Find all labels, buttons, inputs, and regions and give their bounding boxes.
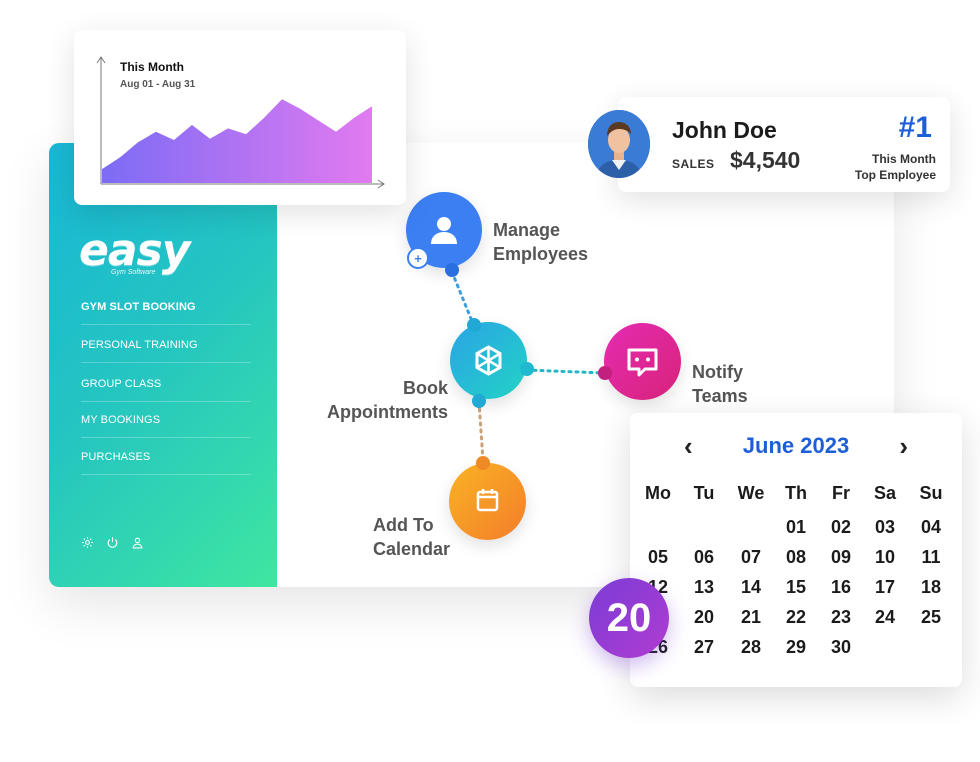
sales-label: SALES	[672, 157, 715, 171]
calendar-month-title: June 2023	[742, 433, 850, 458]
calendar-day[interactable]: 01	[773, 517, 819, 538]
calendar-widget: ‹ June 2023 › Mo Tu We Th Fr Sa Su 01 02 03 04 05 06…	[630, 413, 962, 687]
weekday-label: Sa	[873, 483, 897, 503]
calendar-day[interactable]: 10	[862, 547, 908, 568]
book-appointments-label: Book Appointments	[327, 378, 448, 422]
selected-day-badge[interactable]: 20	[589, 578, 669, 658]
connector-dot	[467, 318, 481, 332]
calendar-week-row: 19202122232425	[630, 607, 962, 637]
top-employee-card: John Doe SALES $4,540 #1 This Month Top …	[618, 97, 950, 192]
add-to-calendar-label: Add To Calendar	[373, 515, 451, 559]
weekday-label: Fr	[832, 483, 850, 503]
calendar-day[interactable]: 06	[681, 547, 727, 568]
calendar-day[interactable]: 05	[635, 547, 681, 568]
weekday-label: We	[737, 483, 765, 503]
weekday-label: Tu	[693, 483, 715, 503]
connector-dot	[472, 394, 486, 408]
connector-dot	[445, 263, 459, 277]
calendar-day[interactable]: 02	[818, 517, 864, 538]
calendar-day[interactable]: 20	[681, 607, 727, 628]
next-month-button[interactable]: ›	[899, 431, 908, 462]
calendar-icon	[476, 489, 499, 512]
area-chart	[96, 56, 385, 189]
calendar-day[interactable]: 14	[728, 577, 774, 598]
area-series	[102, 99, 372, 183]
connector-dot	[598, 366, 612, 380]
connector-dot	[476, 456, 490, 470]
calendar-day[interactable]: 28	[728, 637, 774, 658]
weekday-label: Mo	[645, 483, 671, 503]
notify-teams-node[interactable]	[604, 323, 681, 400]
calendar-day[interactable]: 03	[862, 517, 908, 538]
calendar-day[interactable]: 17	[862, 577, 908, 598]
employee-name: John Doe	[672, 117, 777, 143]
avatar	[588, 110, 650, 178]
monthly-chart-card: This Month Aug 01 - Aug 31	[74, 30, 406, 205]
notify-teams-label: Notify Teams	[692, 362, 748, 406]
sales-value: $4,540	[730, 147, 801, 173]
calendar-day[interactable]: 30	[818, 637, 864, 658]
calendar-grid: Mo Tu We Th Fr Sa Su 01 02 03 04 05 06 07 08 09 10 11 12 13…	[630, 483, 962, 667]
calendar-day[interactable]: 18	[908, 577, 954, 598]
calendar-day[interactable]: 07	[728, 547, 774, 568]
add-employee-icon[interactable]: +	[407, 247, 429, 269]
calendar-day[interactable]: 13	[681, 577, 727, 598]
calendar-day[interactable]: 15	[773, 577, 819, 598]
calendar-day[interactable]: 29	[773, 637, 819, 658]
calendar-day[interactable]: 22	[773, 607, 819, 628]
chat-icon	[627, 348, 658, 377]
manage-employees-label: Manage Employees	[493, 220, 589, 264]
rank-caption: This Month Top Employee	[854, 152, 936, 182]
calendar-week-row: 26 27 28 29 30	[630, 637, 962, 667]
calendar-day[interactable]: 09	[818, 547, 864, 568]
add-to-calendar-node[interactable]	[449, 463, 526, 540]
book-appointments-node[interactable]	[450, 322, 527, 399]
calendar-week-row: 12 13 14 15 16 17 18	[630, 577, 962, 607]
calendar-day[interactable]: 04	[908, 517, 954, 538]
weekday-header-row: Mo Tu We Th Fr Sa Su	[630, 483, 962, 517]
calendar-day[interactable]: 08	[773, 547, 819, 568]
calendar-day[interactable]: 21	[728, 607, 774, 628]
calendar-week-row: 01 02 03 04	[630, 517, 962, 547]
weekday-label: Su	[919, 483, 943, 503]
connector-dot	[520, 362, 534, 376]
calendar-day[interactable]: 16	[818, 577, 864, 598]
calendar-day[interactable]: 11	[908, 547, 954, 568]
hexagon-icon	[475, 345, 502, 376]
calendar-week-row: 05 06 07 08 09 10 11	[630, 547, 962, 577]
weekday-label: Th	[785, 483, 807, 503]
employee-rank: #1	[898, 111, 932, 144]
calendar-day[interactable]: 24	[862, 607, 908, 628]
calendar-day[interactable]: 23	[818, 607, 864, 628]
calendar-day[interactable]: 27	[681, 637, 727, 658]
calendar-day[interactable]: 25	[908, 607, 954, 628]
